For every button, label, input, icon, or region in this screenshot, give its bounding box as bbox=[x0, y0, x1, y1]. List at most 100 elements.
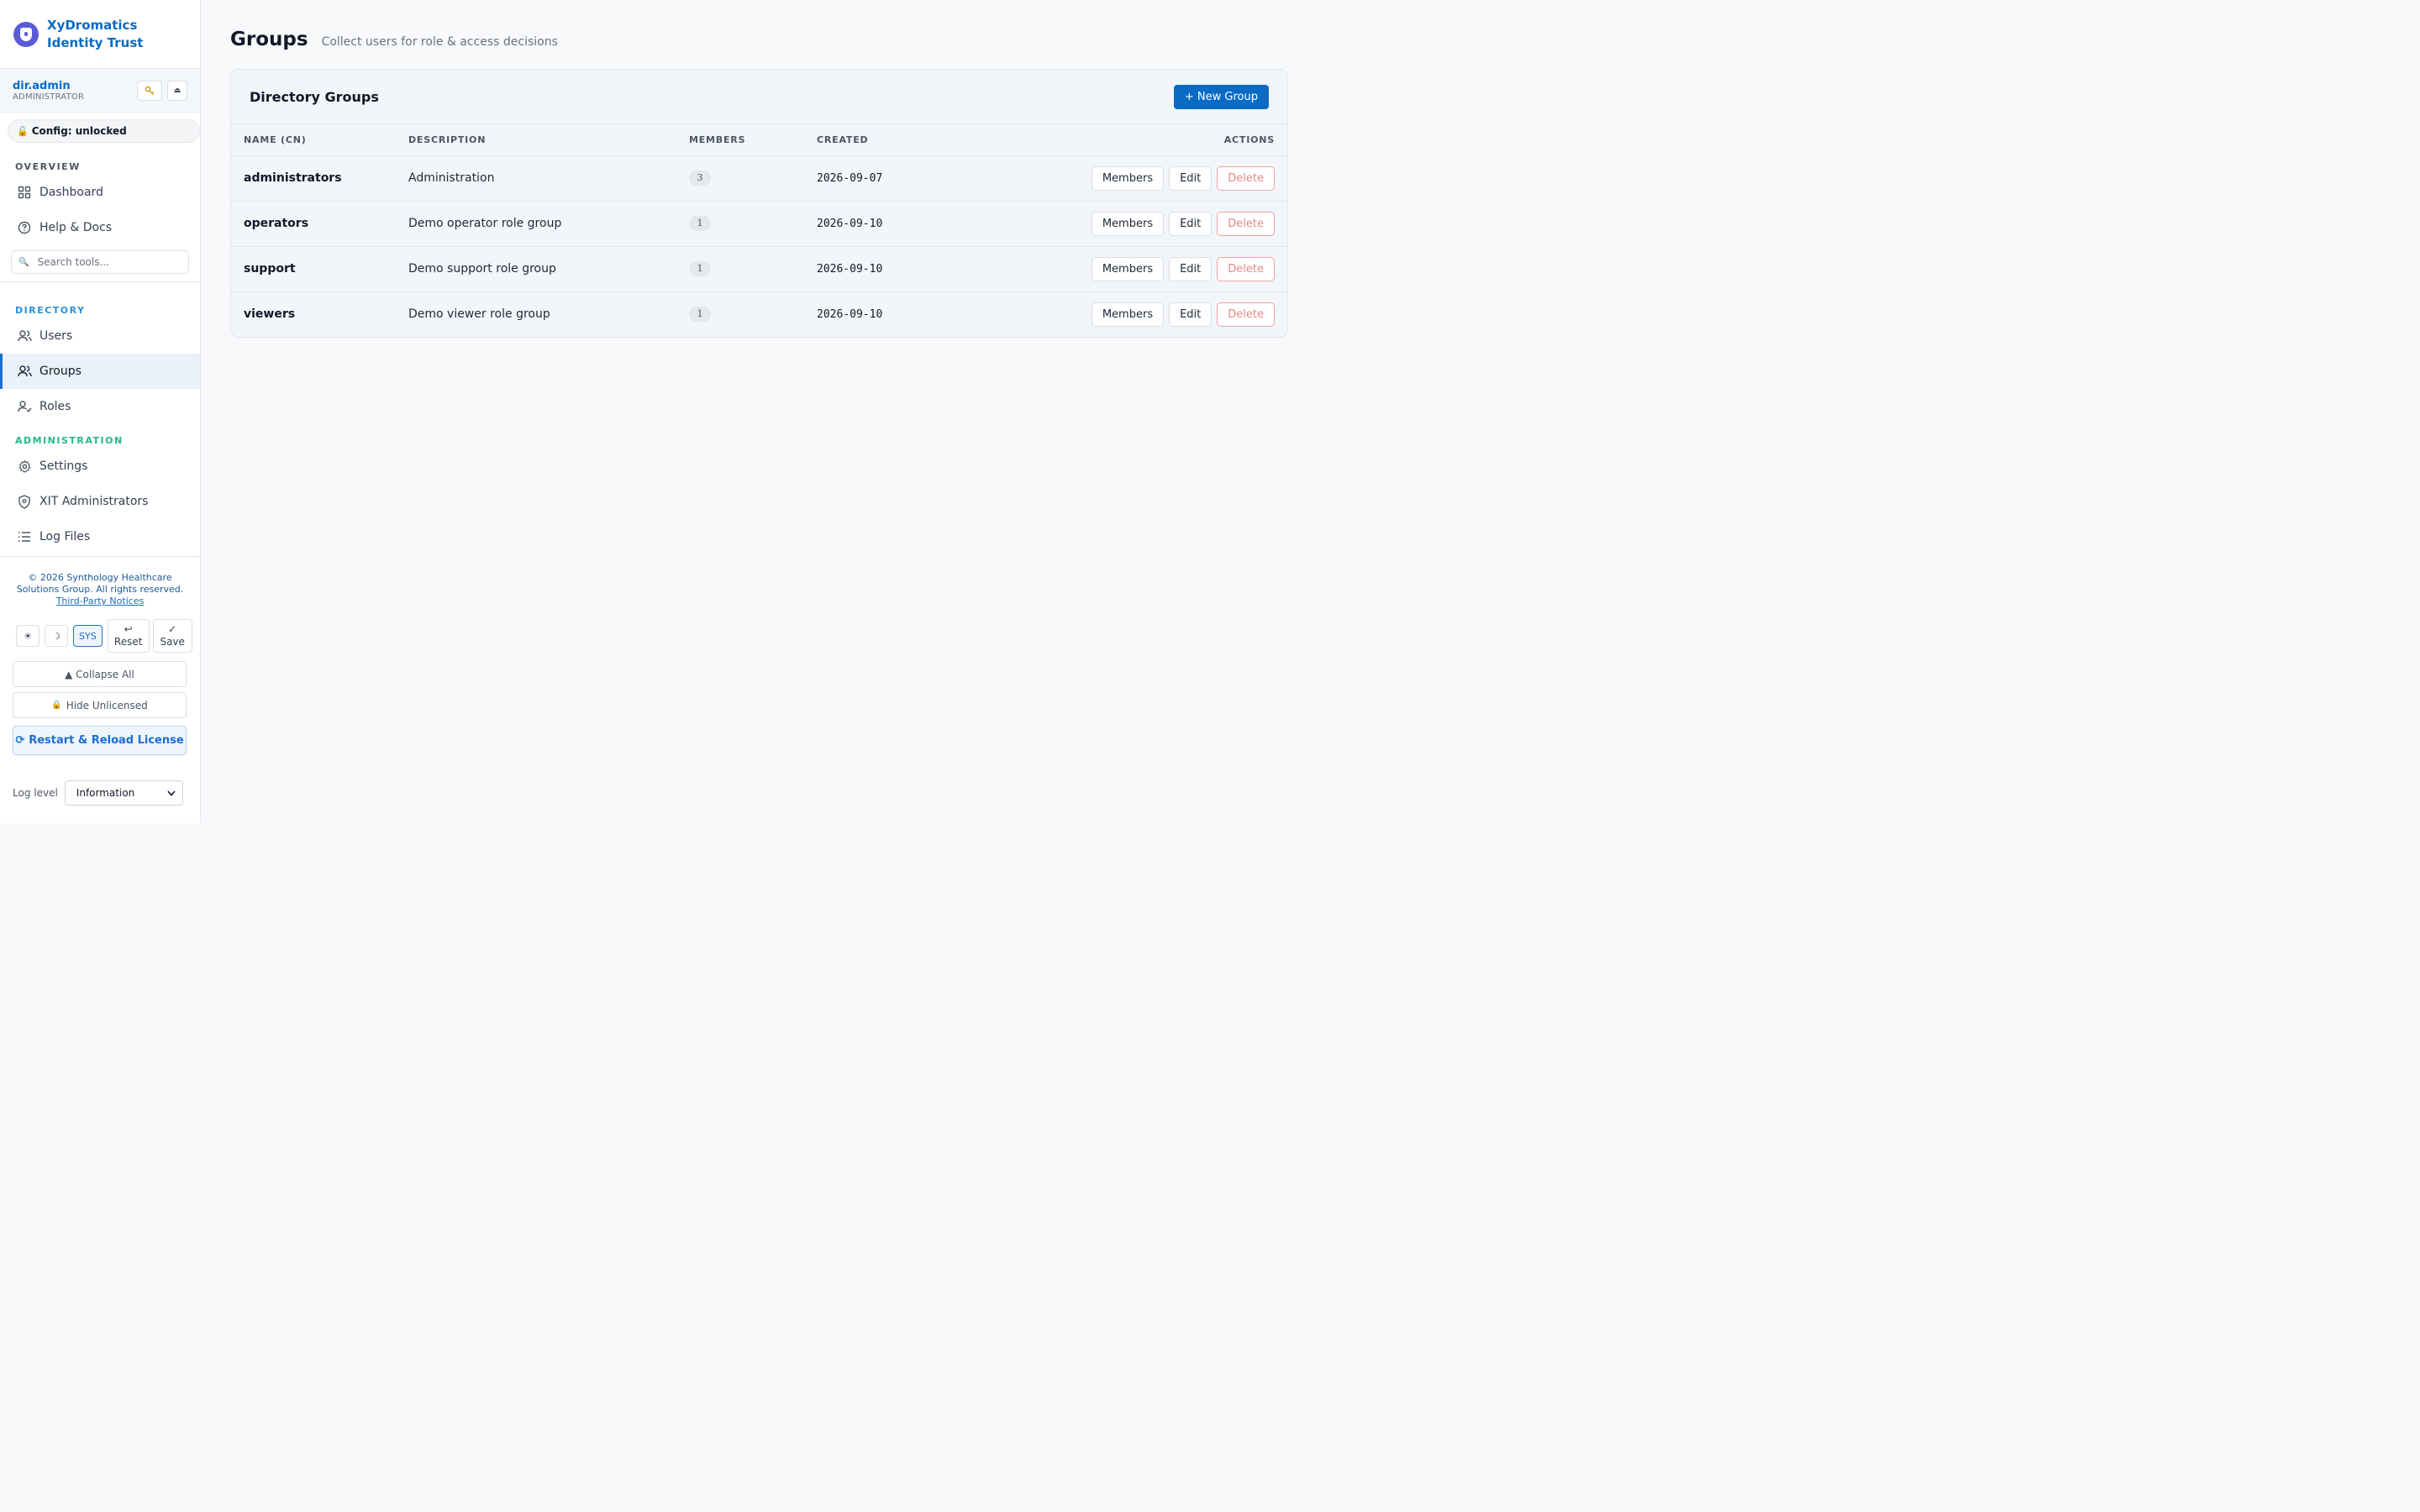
shield-logo-icon bbox=[13, 21, 39, 47]
new-group-button[interactable]: + New Group bbox=[1173, 84, 1269, 109]
theme-dark-button[interactable]: ☽ bbox=[45, 625, 68, 647]
copyright: © 2026 Synthology Healthcare Solutions G… bbox=[0, 557, 200, 607]
undo-icon: ↩ bbox=[124, 623, 133, 635]
edit-button[interactable]: Edit bbox=[1169, 302, 1213, 327]
reset-button[interactable]: ↩ Reset bbox=[107, 619, 150, 653]
search-tools-input[interactable]: 🔍 Search tools... bbox=[11, 250, 189, 274]
members-button[interactable]: Members bbox=[1091, 302, 1165, 327]
table-header-row: NAME (CN) DESCRIPTION MEMBERS CREATED AC… bbox=[231, 124, 1287, 156]
main-content: Groups Collect users for role & access d… bbox=[201, 0, 1318, 823]
group-name: viewers bbox=[244, 307, 296, 322]
save-button[interactable]: ✓ Save bbox=[152, 619, 192, 653]
group-description: Demo support role group bbox=[408, 246, 689, 292]
delete-button[interactable]: Delete bbox=[1217, 211, 1275, 236]
log-level-row: Log level Information bbox=[13, 780, 200, 806]
members-button[interactable]: Members bbox=[1091, 165, 1165, 191]
delete-button[interactable]: Delete bbox=[1217, 256, 1275, 281]
page-title: Groups bbox=[230, 29, 308, 50]
theme-sys-button[interactable]: SYS bbox=[73, 625, 103, 647]
lock-open-icon: 🔓 bbox=[17, 125, 29, 137]
user-box: dir.admin ADMINISTRATOR ⏏ bbox=[0, 69, 200, 113]
row-actions: Members Edit Delete bbox=[934, 155, 1287, 202]
save-label: Save bbox=[160, 636, 185, 648]
delete-button[interactable]: Delete bbox=[1217, 302, 1275, 327]
divider bbox=[0, 281, 200, 282]
sidebar-item-settings[interactable]: Settings bbox=[0, 449, 200, 484]
log-level-label: Log level bbox=[13, 787, 58, 799]
brand-title: XyDromatics Identity Trust bbox=[47, 17, 144, 50]
edit-button[interactable]: Edit bbox=[1169, 256, 1213, 281]
sidebar-item-xit-administrators[interactable]: XIT Administrators bbox=[0, 484, 200, 519]
page-header: Groups Collect users for role & access d… bbox=[230, 29, 1288, 50]
table-row[interactable]: operators Demo operator role group 1 202… bbox=[231, 201, 1287, 247]
members-button[interactable]: Members bbox=[1091, 211, 1165, 236]
table-row[interactable]: administrators Administration 3 2026-09-… bbox=[231, 155, 1287, 202]
reset-label: Reset bbox=[113, 636, 143, 648]
group-created: 2026-09-07 bbox=[817, 155, 935, 202]
column-header-name[interactable]: NAME (CN) bbox=[231, 124, 408, 156]
group-name: administrators bbox=[231, 155, 408, 202]
table-row[interactable]: support Demo support role group 1 2026-0… bbox=[231, 246, 1287, 292]
group-members-cell: 1 bbox=[689, 201, 817, 247]
sidebar-item-label: Users bbox=[39, 329, 73, 343]
edit-button[interactable]: Edit bbox=[1169, 211, 1213, 236]
members-button[interactable]: Members bbox=[1091, 256, 1165, 281]
shield-icon bbox=[17, 494, 32, 509]
copyright-text: © 2026 Synthology Healthcare Solutions G… bbox=[16, 572, 184, 595]
sidebar-item-help[interactable]: Help & Docs bbox=[0, 210, 200, 245]
sun-icon: ☀ bbox=[24, 630, 32, 642]
gear-icon bbox=[17, 459, 32, 474]
group-members-cell: 1 bbox=[689, 246, 817, 292]
hide-unlicensed-button[interactable]: 🔒 Hide Unlicensed bbox=[13, 692, 187, 718]
column-header-actions: ACTIONS bbox=[934, 124, 1287, 156]
list-icon bbox=[17, 529, 32, 544]
group-created: 2026-09-10 bbox=[817, 307, 883, 321]
section-directory: DIRECTORY bbox=[15, 305, 86, 316]
edit-button[interactable]: Edit bbox=[1169, 165, 1213, 191]
row-actions: Members Edit Delete bbox=[934, 201, 1287, 247]
group-description: Administration bbox=[408, 155, 689, 202]
sidebar-item-users[interactable]: Users bbox=[0, 318, 200, 354]
config-status-pill[interactable]: 🔓 Config: unlocked bbox=[8, 119, 200, 143]
member-count-badge: 3 bbox=[689, 171, 711, 186]
column-header-members[interactable]: MEMBERS bbox=[689, 124, 817, 156]
eject-icon-button[interactable]: ⏏ bbox=[167, 80, 187, 101]
log-level-value: Information bbox=[76, 787, 135, 799]
table-row[interactable]: viewers Demo viewer role group 1 2026-09… bbox=[231, 291, 1287, 337]
group-created: 2026-09-10 bbox=[817, 201, 935, 247]
eject-icon: ⏏ bbox=[173, 86, 182, 95]
theme-sys-label: SYS bbox=[79, 630, 97, 642]
sidebar-item-label: Roles bbox=[39, 400, 71, 413]
theme-row: ☀ ☽ SYS ↩ Reset ✓ Save bbox=[16, 619, 200, 653]
sidebar-item-dashboard[interactable]: Dashboard bbox=[0, 175, 200, 210]
member-count-badge: 1 bbox=[689, 216, 711, 231]
column-header-description[interactable]: DESCRIPTION bbox=[408, 124, 689, 156]
key-icon-button[interactable] bbox=[137, 80, 162, 101]
member-count-badge: 1 bbox=[689, 261, 711, 276]
sidebar-item-label: Help & Docs bbox=[39, 221, 113, 234]
sidebar-item-log-files[interactable]: Log Files bbox=[0, 519, 200, 554]
group-name: support bbox=[231, 246, 408, 292]
sidebar-item-groups[interactable]: Groups bbox=[0, 354, 200, 389]
help-icon bbox=[17, 220, 32, 235]
directory-groups-card: Directory Groups + New Group NAME (CN) D… bbox=[230, 69, 1288, 338]
collapse-all-button[interactable]: ▲ Collapse All bbox=[13, 661, 187, 687]
section-administration: ADMINISTRATION bbox=[15, 435, 124, 446]
lock-icon: 🔒 bbox=[51, 701, 62, 710]
hide-unlicensed-label: Hide Unlicensed bbox=[66, 699, 148, 711]
dashboard-icon bbox=[17, 185, 32, 200]
column-header-created[interactable]: CREATED bbox=[817, 124, 935, 156]
user-role: ADMINISTRATOR bbox=[13, 92, 85, 102]
sidebar-item-roles[interactable]: Roles bbox=[0, 389, 200, 424]
delete-button[interactable]: Delete bbox=[1217, 165, 1275, 191]
refresh-icon: ⟳ bbox=[15, 734, 25, 747]
check-icon: ✓ bbox=[168, 623, 177, 635]
restart-reload-license-button[interactable]: ⟳ Restart & Reload License bbox=[13, 726, 187, 755]
sidebar-item-label: Settings bbox=[39, 459, 88, 473]
collapse-all-label: ▲ Collapse All bbox=[65, 668, 134, 680]
log-level-select[interactable]: Information bbox=[64, 780, 183, 806]
third-party-notices-link[interactable]: Third-Party Notices bbox=[56, 596, 145, 606]
theme-light-button[interactable]: ☀ bbox=[16, 625, 39, 647]
group-name: operators bbox=[231, 201, 408, 247]
users-icon bbox=[17, 328, 32, 344]
